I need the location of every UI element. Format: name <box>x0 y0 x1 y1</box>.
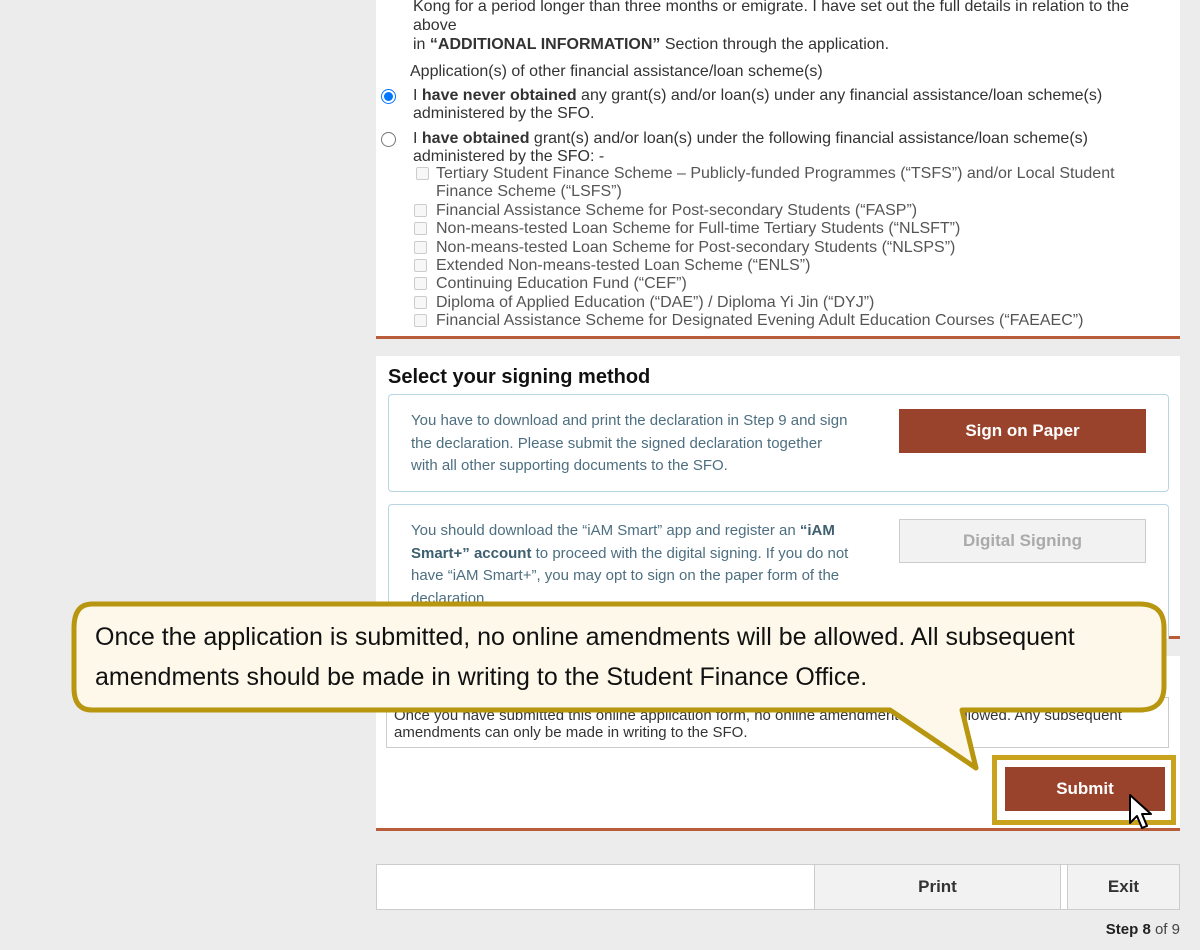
signing-method-title: Select your signing method <box>388 366 651 388</box>
scheme-label: Continuing Education Fund (“CEF”) <box>436 275 687 293</box>
digital-signing-button[interactable]: Digital Signing <box>899 519 1146 563</box>
label-bold: have never obtained <box>421 87 577 104</box>
radio-obtained[interactable] <box>381 132 396 147</box>
scheme-checkbox-item[interactable]: Financial Assistance Scheme for Post-sec… <box>414 202 1174 220</box>
checkbox[interactable] <box>416 167 429 180</box>
intro-line-2-post: Section through the application. <box>660 36 890 53</box>
scheme-label: Extended Non-means-tested Loan Scheme (“… <box>436 257 811 275</box>
scheme-checkbox-item[interactable]: Non-means-tested Loan Scheme for Full-ti… <box>414 220 1174 238</box>
exit-button[interactable]: Exit <box>1067 864 1180 910</box>
scheme-checkbox-item[interactable]: Financial Assistance Scheme for Designat… <box>414 312 1174 330</box>
scheme-label: Financial Assistance Scheme for Post-sec… <box>436 201 918 219</box>
sign-on-paper-button[interactable]: Sign on Paper <box>899 409 1146 453</box>
scheme-label: Tertiary Student Finance Scheme – Public… <box>436 165 1115 201</box>
checkbox[interactable] <box>414 277 427 291</box>
checkbox[interactable] <box>414 240 427 254</box>
scheme-label: Non-means-tested Loan Scheme for Full-ti… <box>436 220 961 238</box>
scheme-checkbox-item[interactable]: Continuing Education Fund (“CEF”) <box>414 275 1174 293</box>
label-prefix: I <box>413 130 422 147</box>
scheme-checkbox-item[interactable]: Non-means-tested Loan Scheme for Post-se… <box>414 239 1174 257</box>
checkbox[interactable] <box>414 259 427 273</box>
signing-method-panel: Select your signing method You have to d… <box>376 356 1180 639</box>
step-label: Step <box>1105 921 1139 938</box>
checkbox[interactable] <box>414 203 427 217</box>
scheme-label: Diploma of Applied Education (“DAE”) / D… <box>436 293 875 311</box>
scheme-checkbox-item[interactable]: Extended Non-means-tested Loan Scheme (“… <box>414 257 1174 275</box>
scheme-checkbox-list: Tertiary Student Finance Scheme – Public… <box>414 165 1174 331</box>
additional-info-text: Kong for a period longer than three mont… <box>413 0 1173 54</box>
checkbox[interactable] <box>414 222 427 236</box>
checkbox[interactable] <box>414 295 427 309</box>
intro-line-2-bold: “ADDITIONAL INFORMATION” <box>429 36 661 53</box>
other-schemes-panel: Kong for a period longer than three mont… <box>376 0 1180 339</box>
sign-on-paper-box: You have to download and print the decla… <box>388 394 1169 492</box>
mouse-pointer-icon <box>1129 794 1152 829</box>
step-indicator: Step 8 of 9 <box>1106 921 1180 938</box>
checkbox[interactable] <box>414 314 427 328</box>
question-title: Application(s) of other financial assist… <box>410 63 823 80</box>
scheme-label: Non-means-tested Loan Scheme for Post-se… <box>436 238 956 256</box>
scheme-checkbox-item[interactable]: Diploma of Applied Education (“DAE”) / D… <box>414 294 1174 312</box>
radio-never-obtained[interactable] <box>381 89 396 104</box>
desc-pre: You should download the “iAM Smart” app … <box>411 522 800 539</box>
scheme-checkbox-item[interactable]: Tertiary Student Finance Scheme – Public… <box>414 165 1174 202</box>
step-total: of 9 <box>1154 921 1180 938</box>
print-button[interactable]: Print <box>814 864 1061 910</box>
label-prefix: I <box>413 87 422 104</box>
callout-text: Once the application is submitted, no on… <box>95 623 1075 691</box>
scheme-label: Financial Assistance Scheme for Designat… <box>436 312 1084 330</box>
sign-on-paper-description: You have to download and print the decla… <box>411 412 848 474</box>
radio-never-obtained-label: I have never obtained any grant(s) and/o… <box>413 87 1173 123</box>
label-bold: have obtained <box>421 130 530 147</box>
radio-obtained-label: I have obtained grant(s) and/or loan(s) … <box>413 130 1173 166</box>
intro-line-1: Kong for a period longer than three mont… <box>413 0 1129 34</box>
step-current: 8 <box>1142 921 1151 938</box>
digital-signing-description: You should download the “iAM Smart” app … <box>411 520 851 610</box>
intro-line-2-pre: in <box>413 36 430 53</box>
